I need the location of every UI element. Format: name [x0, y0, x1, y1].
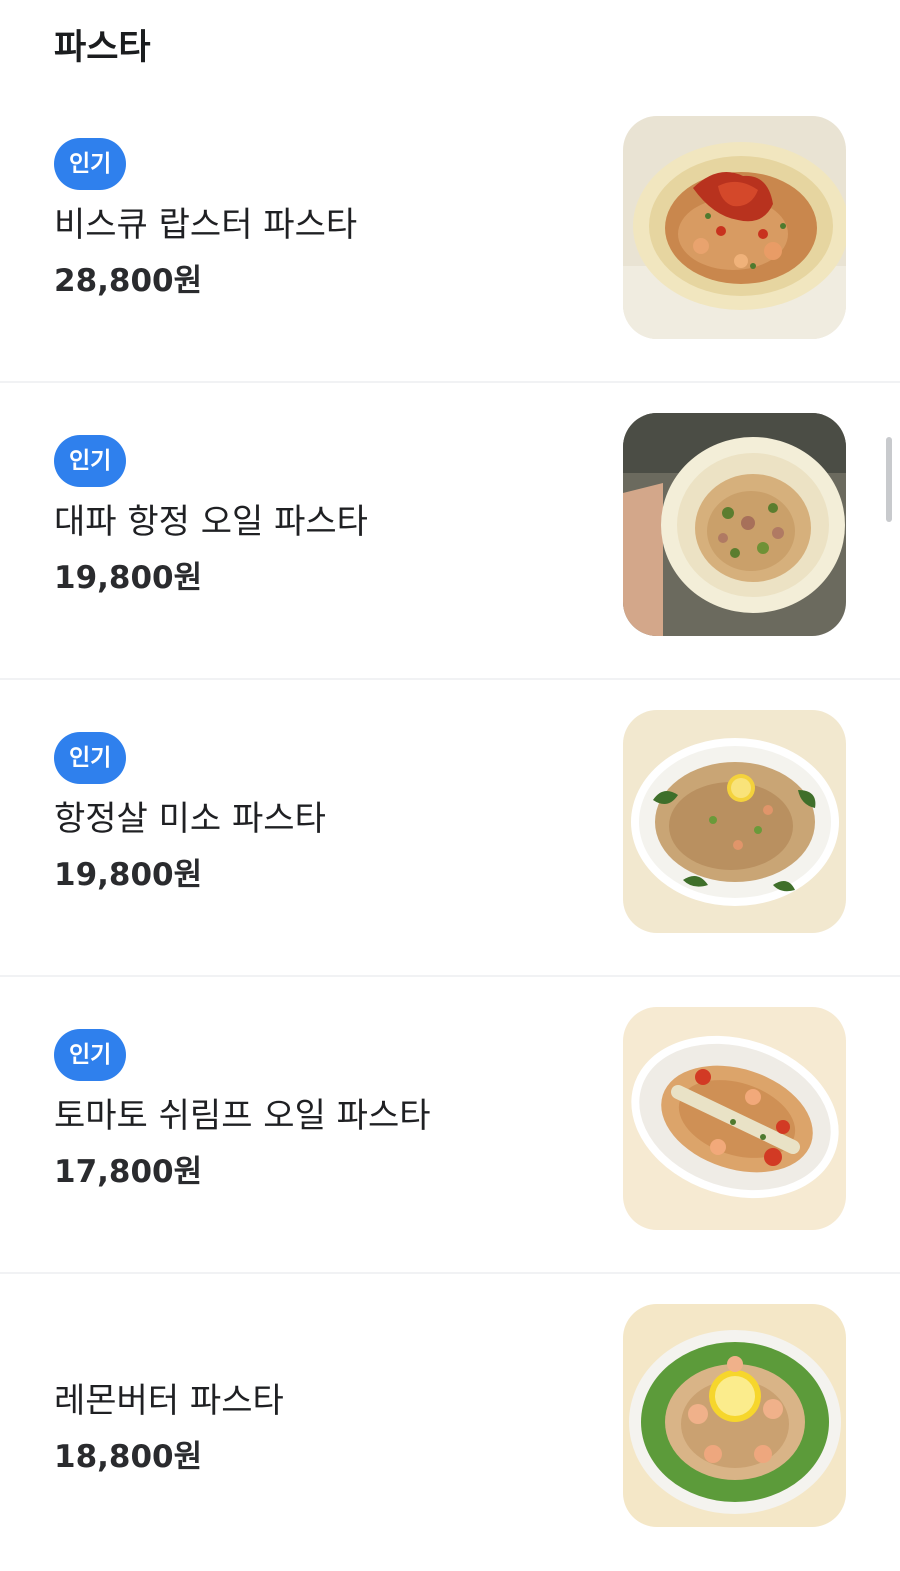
menu-item-name: 레몬버터 파스타 — [54, 1381, 284, 1421]
menu-item-price: 17,800원 — [54, 1154, 203, 1190]
section-title: 파스타 — [54, 28, 151, 68]
menu-item[interactable]: 인기 토마토 쉬림프 오일 파스타 17,800원 — [0, 977, 900, 1274]
menu-item-name: 비스큐 랍스터 파스타 — [54, 205, 358, 245]
menu-item-name: 항정살 미소 파스타 — [54, 799, 326, 839]
menu-item[interactable]: 인기 비스큐 랍스터 파스타 28,800원 — [0, 86, 900, 383]
menu-item[interactable]: 인기 대파 항정 오일 파스타 19,800원 — [0, 383, 900, 680]
menu-item-text: 레몬버터 파스타 18,800원 — [54, 1366, 594, 1480]
shrimp-pasta-photo[interactable] — [623, 1007, 846, 1230]
menu-item-price: 28,800원 — [54, 263, 203, 299]
miso-pasta-photo[interactable] — [623, 710, 846, 933]
popular-badge: 인기 — [54, 732, 127, 784]
pork-oil-pasta-photo[interactable] — [623, 413, 846, 636]
popular-badge: 인기 — [54, 1029, 127, 1081]
menu-item-price: 19,800원 — [54, 560, 203, 596]
menu-item-text: 인기 토마토 쉬림프 오일 파스타 17,800원 — [54, 1029, 594, 1195]
menu-item-text: 인기 항정살 미소 파스타 19,800원 — [54, 732, 594, 898]
popular-badge: 인기 — [54, 138, 127, 190]
lobster-pasta-photo[interactable] — [623, 116, 846, 339]
menu-item-text: 인기 대파 항정 오일 파스타 19,800원 — [54, 435, 594, 601]
menu-item-text: 인기 비스큐 랍스터 파스타 28,800원 — [54, 138, 594, 304]
menu-item-price: 18,800원 — [54, 1439, 203, 1475]
popular-badge: 인기 — [54, 435, 127, 487]
menu-item[interactable]: 인기 항정살 미소 파스타 19,800원 — [0, 680, 900, 977]
menu-item-price: 19,800원 — [54, 857, 203, 893]
menu-item[interactable]: 레몬버터 파스타 18,800원 — [0, 1274, 900, 1571]
menu-item-name: 토마토 쉬림프 오일 파스타 — [54, 1096, 431, 1136]
lemon-butter-pasta-photo[interactable] — [623, 1304, 846, 1527]
scrollbar-thumb[interactable] — [886, 437, 892, 522]
menu-list: 인기 비스큐 랍스터 파스타 28,800원 인기 대파 항정 오일 파스타 1… — [0, 86, 900, 1571]
menu-item-name: 대파 항정 오일 파스타 — [54, 502, 368, 542]
